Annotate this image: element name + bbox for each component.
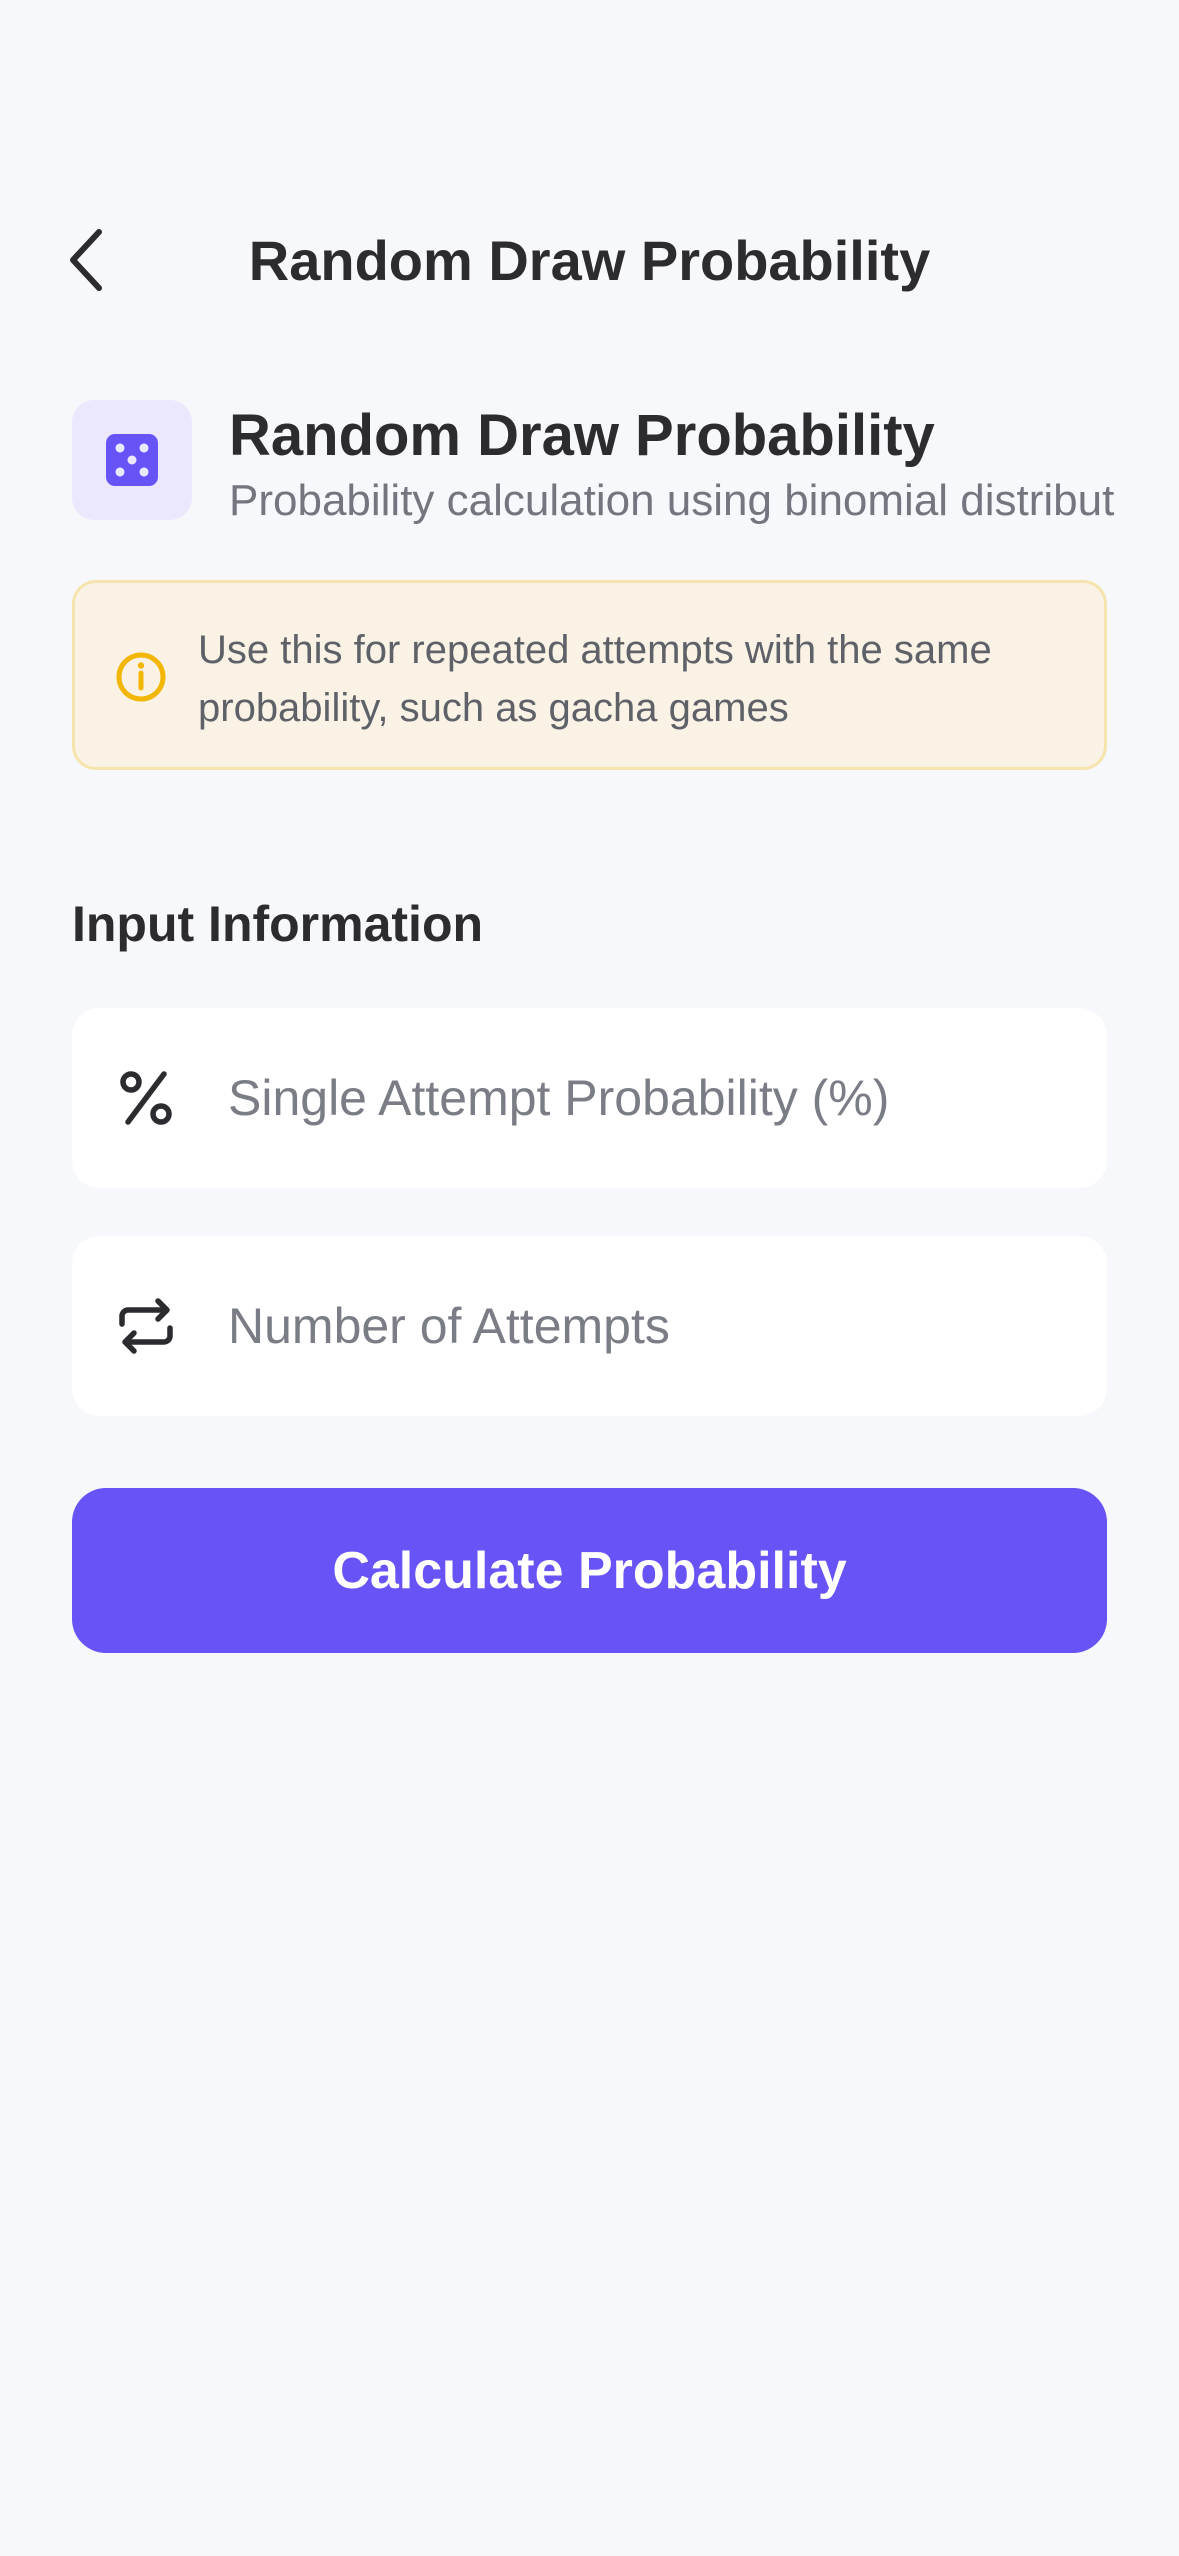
section-title: Input Information [72, 896, 484, 952]
percent-icon [120, 1071, 172, 1125]
dice-icon [106, 434, 158, 486]
nav-title: Random Draw Probability [248, 229, 931, 292]
header-icon-tile [72, 400, 192, 520]
probability-input[interactable] [228, 1048, 1068, 1148]
calculate-button[interactable]: Calculate Probability [72, 1488, 1107, 1653]
header-subtitle: Probability calculation using binomial d… [229, 476, 1115, 525]
probability-field[interactable] [72, 1008, 1107, 1188]
info-banner-text: Use this for repeated attempts with the … [198, 628, 992, 730]
nav-bar: Random Draw Probability [0, 200, 1179, 330]
calculator-header: Random Draw Probability Probability calc… [72, 400, 1179, 530]
header-title: Random Draw Probability [229, 403, 935, 468]
screen: Random Draw Probability Random Draw Prob… [0, 0, 1179, 2556]
info-icon [116, 652, 166, 702]
attempts-field[interactable] [72, 1236, 1107, 1416]
info-banner: Use this for repeated attempts with the … [72, 580, 1107, 770]
attempts-input[interactable] [228, 1276, 1068, 1376]
repeat-icon [119, 1298, 173, 1354]
